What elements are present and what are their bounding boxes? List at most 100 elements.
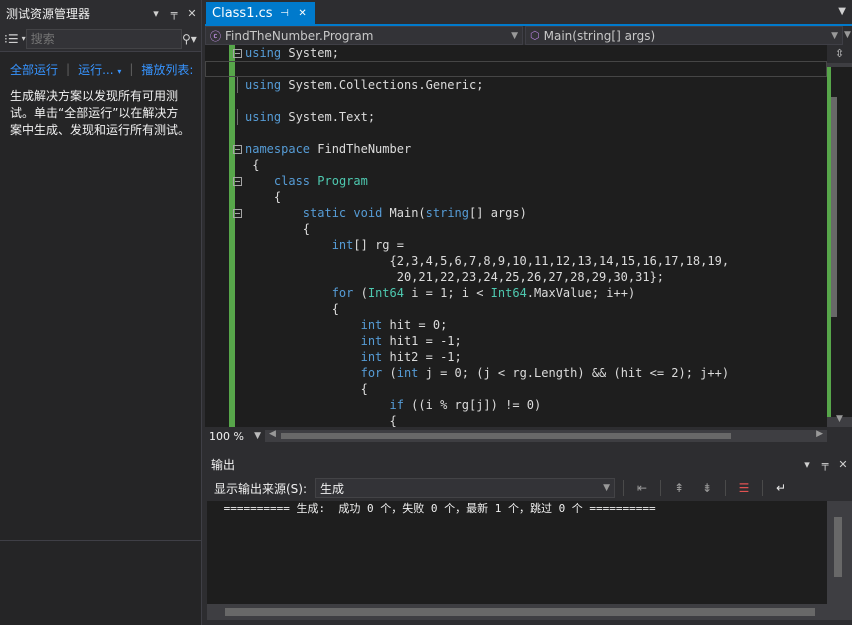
outline-guide xyxy=(237,77,238,93)
scrollbar-thumb[interactable] xyxy=(831,97,837,317)
split-window-icon[interactable]: ⇳ xyxy=(827,45,852,63)
code-line[interactable]: using System.Text; xyxy=(205,109,827,125)
code-line[interactable]: int hit = 0; xyxy=(205,317,827,333)
output-source-dropdown[interactable]: 生成 ▼ xyxy=(315,478,616,498)
code-line[interactable] xyxy=(205,93,827,109)
test-explorer-panel: 测试资源管理器 ▾ ╤ ✕ ⁝☰ ▾ ⚲▾ 全部运行 | 运行... ▾ | 播… xyxy=(0,0,202,625)
output-vertical-scrollbar[interactable] xyxy=(827,501,852,604)
code-text: int hit2 = -1; xyxy=(245,349,462,365)
code-text: namespace FindTheNumber xyxy=(245,141,411,157)
toolbar-separator xyxy=(725,480,727,496)
code-line[interactable]: { xyxy=(205,301,827,317)
output-window: 输出 ▾ ╤ ✕ 显示输出来源(S): 生成 ▼ ⇤ ⇞ ⇟ ☰ ↵ =====… xyxy=(205,453,852,625)
code-token: [] args) xyxy=(469,206,527,220)
code-line[interactable]: namespace FindTheNumber xyxy=(205,141,827,157)
code-token: ( xyxy=(353,286,368,300)
output-horizontal-scrollbar[interactable] xyxy=(207,604,852,620)
code-line[interactable]: int hit2 = -1; xyxy=(205,349,827,365)
search-input[interactable] xyxy=(25,28,182,49)
keyword-token: for xyxy=(331,286,354,300)
code-lines[interactable]: using System; using System.Collections.Ge… xyxy=(205,45,827,427)
vertical-scrollbar[interactable]: ⇳ ▼ xyxy=(827,45,852,427)
scrollbar-thumb[interactable] xyxy=(281,433,731,439)
zoom-combobox[interactable]: 100 % ▼ xyxy=(205,428,265,444)
collapse-region-icon[interactable] xyxy=(233,177,242,186)
search-icon[interactable]: ⚲▾ xyxy=(182,32,197,46)
auto-hide-pin-icon[interactable]: ╤ xyxy=(165,7,183,20)
tab-class1-cs[interactable]: Class1.cs ⊣ ✕ xyxy=(206,2,315,24)
code-editor[interactable]: using System; using System.Collections.Ge… xyxy=(205,45,852,427)
test-explorer-message: 生成解决方案以发现所有可用测试。单击“全部运行”以在解决方案中生成、发现和运行所… xyxy=(10,89,191,137)
code-line[interactable]: for (int j = 0; (j < rg.Length) && (hit … xyxy=(205,365,827,381)
code-line[interactable]: using System; xyxy=(205,45,827,61)
keyword-token: int xyxy=(360,350,383,364)
scrollbar-thumb[interactable] xyxy=(834,517,842,577)
output-text-area[interactable]: ========== 生成: 成功 0 个，失败 0 个，最新 1 个，跳过 0… xyxy=(207,501,827,604)
collapse-region-icon[interactable] xyxy=(233,145,242,154)
code-token: ( xyxy=(382,366,397,380)
scroll-left-icon[interactable]: ◀ xyxy=(269,429,276,439)
test-explorer-actions: 全部运行 | 运行... ▾ | 播放列表: xyxy=(0,52,201,86)
goto-prev-message-icon[interactable]: ⇤ xyxy=(632,478,652,498)
code-line[interactable]: static void Main(string[] args) xyxy=(205,205,827,221)
code-line[interactable] xyxy=(205,61,827,77)
run-menu-link[interactable]: 运行... ▾ xyxy=(78,61,121,78)
code-token: Main( xyxy=(382,206,426,220)
clear-all-icon[interactable]: ☰ xyxy=(734,478,754,498)
code-line[interactable]: 20,21,22,23,24,25,26,27,28,29,30,31}; xyxy=(205,269,827,285)
code-line[interactable]: { xyxy=(205,381,827,397)
code-token: System; xyxy=(281,46,339,60)
run-all-link[interactable]: 全部运行 xyxy=(10,61,58,78)
tab-list-dropdown-icon[interactable]: ▼ xyxy=(838,6,846,17)
keyword-token: void xyxy=(353,206,383,220)
scroll-right-icon[interactable]: ▶ xyxy=(816,429,823,439)
code-line[interactable]: {2,3,4,5,6,7,8,9,10,11,12,13,14,15,16,17… xyxy=(205,253,827,269)
code-text: using System.Collections.Generic; xyxy=(245,77,483,93)
code-line[interactable]: int hit1 = -1; xyxy=(205,333,827,349)
code-text: static void Main(string[] args) xyxy=(245,205,527,221)
collapse-region-icon[interactable] xyxy=(233,49,242,58)
scroll-down-icon[interactable]: ▼ xyxy=(827,411,852,427)
window-position-menu-icon[interactable]: ▾ xyxy=(147,7,165,20)
word-wrap-icon[interactable]: ↵ xyxy=(771,478,791,498)
keyword-token: int xyxy=(360,318,383,332)
close-icon[interactable]: ✕ xyxy=(834,458,852,471)
close-tab-icon[interactable]: ✕ xyxy=(297,8,309,19)
code-line[interactable]: class Program xyxy=(205,173,827,189)
find-prev-icon[interactable]: ⇞ xyxy=(669,478,689,498)
window-position-menu-icon[interactable]: ▾ xyxy=(798,458,816,471)
code-line[interactable]: { xyxy=(205,413,827,427)
scrollbar-track[interactable] xyxy=(827,67,852,417)
code-line[interactable] xyxy=(205,125,827,141)
member-navigation-dropdown[interactable]: ⬡ Main(string[] args) ▼ xyxy=(525,26,843,45)
scrollbar-thumb[interactable] xyxy=(225,608,815,616)
code-line[interactable]: int[] rg = xyxy=(205,237,827,253)
code-line[interactable]: { xyxy=(205,221,827,237)
chevron-down-icon: ▼ xyxy=(831,30,838,41)
code-line[interactable]: for (Int64 i = 1; i < Int64.MaxValue; i+… xyxy=(205,285,827,301)
code-line[interactable]: { xyxy=(205,157,827,173)
chevron-down-icon: ▼ xyxy=(254,431,261,441)
pin-tab-icon[interactable]: ⊣ xyxy=(279,8,291,19)
playlist-link[interactable]: 播放列表: xyxy=(141,61,193,78)
navigation-bar: ⓒ FindTheNumber.Program ▼ ⬡ Main(string[… xyxy=(205,26,852,46)
close-icon[interactable]: ✕ xyxy=(183,7,201,20)
type-token: Int64 xyxy=(490,286,527,300)
separator: | xyxy=(66,62,71,76)
code-line[interactable]: if ((i % rg[j]) != 0) xyxy=(205,397,827,413)
output-line: ========== 生成: 成功 0 个，失败 0 个，最新 1 个，跳过 0… xyxy=(217,502,656,515)
find-next-icon[interactable]: ⇟ xyxy=(697,478,717,498)
collapse-region-icon[interactable] xyxy=(233,209,242,218)
code-text: class Program xyxy=(245,173,368,189)
nav-split-dropdown-icon[interactable]: ▼ xyxy=(843,26,852,45)
group-by-button[interactable]: ⁝☰ ▾ xyxy=(4,32,26,46)
auto-hide-pin-icon[interactable]: ╤ xyxy=(816,458,834,471)
code-line[interactable]: using System.Collections.Generic; xyxy=(205,77,827,93)
horizontal-scrollbar[interactable]: ◀ ▶ xyxy=(265,429,827,442)
keyword-token: for xyxy=(360,366,383,380)
type-navigation-dropdown[interactable]: ⓒ FindTheNumber.Program ▼ xyxy=(205,26,523,45)
code-token: hit = 0; xyxy=(382,318,448,332)
code-line[interactable]: { xyxy=(205,189,827,205)
